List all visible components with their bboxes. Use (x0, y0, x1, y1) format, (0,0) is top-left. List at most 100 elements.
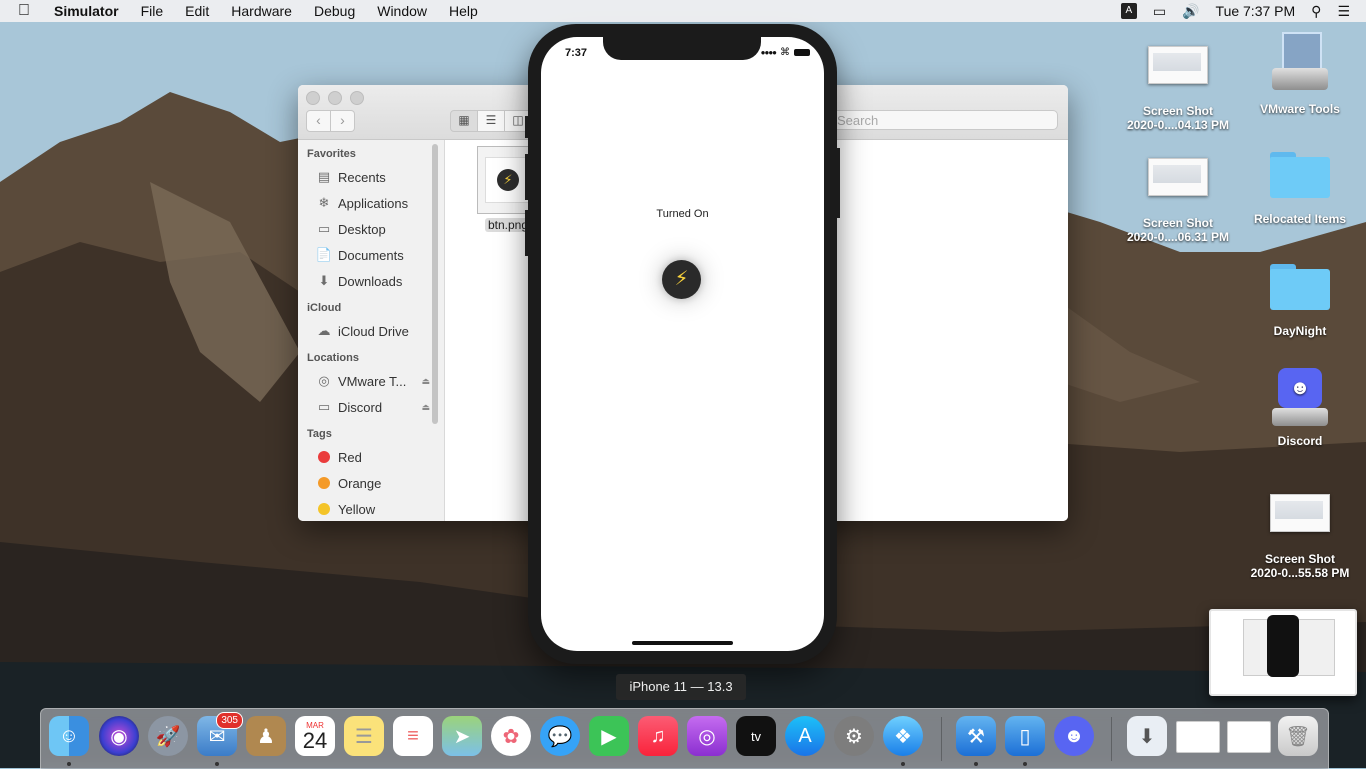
sidebar-item-vmware[interactable]: ◎ VMware T... ⏏ (298, 368, 444, 394)
desktop-item-label: Screen Shot (1264, 552, 1336, 566)
volume-icon[interactable]: 🔊 (1182, 3, 1199, 20)
maps-dock-icon[interactable]: ➤ (442, 716, 482, 756)
screenshot-stack-icon[interactable] (1176, 721, 1220, 753)
document-icon: 📄 (315, 247, 333, 262)
mail-dock-icon[interactable]: ✉ 305 (197, 712, 243, 756)
finder-search-input[interactable]: Search (828, 110, 1058, 130)
sidebar-item-desktop[interactable]: ▭ Desktop (298, 216, 444, 242)
desktop-item-label: VMware Tools (1260, 102, 1340, 116)
desktop-item-label: Screen Shot (1142, 216, 1214, 230)
finder-dock-icon[interactable]: ☺ (49, 716, 89, 756)
sidebar-tag-red[interactable]: Red (298, 444, 444, 470)
desktop-icon: ▭ (317, 221, 331, 236)
siri-dock-icon[interactable]: ◉ (99, 716, 139, 756)
status-bar-icons: ●●●● ⌘ (761, 47, 810, 58)
desktop-item-daynight[interactable]: DayNight (1240, 264, 1360, 338)
bolt-icon: ⚡ (674, 268, 689, 290)
screenshot-thumbnail-icon (1148, 158, 1208, 196)
sidebar-item-label: Red (338, 449, 362, 465)
mail-badge: 305 (216, 712, 243, 729)
contacts-dock-icon[interactable]: ♟ (246, 716, 286, 756)
apple-menu-icon[interactable]:  (18, 2, 38, 20)
desktop-item-screenshot-1[interactable]: Screen Shot 2020-0....04.13 PM (1118, 44, 1238, 132)
eject-icon[interactable]: ⏏ (421, 402, 430, 413)
trash-icon[interactable]: 🗑 (1278, 716, 1318, 756)
vmware-drive-icon (1272, 32, 1328, 90)
sidebar-item-icloud-drive[interactable]: ☁ iCloud Drive (298, 318, 444, 344)
photos-dock-icon[interactable]: ✿ (491, 716, 531, 756)
icon-view-icon[interactable]: ▦ (450, 110, 478, 132)
facetime-dock-icon[interactable]: ▶ (589, 716, 629, 756)
forward-button[interactable]: › (331, 110, 355, 132)
sidebar-item-label: iCloud Drive (338, 323, 409, 339)
xcode-dock-icon[interactable]: ⚒ (956, 716, 996, 756)
notification-center-icon[interactable]: ☰ (1337, 3, 1350, 20)
tag-red-icon (316, 449, 332, 465)
spotlight-search-icon[interactable]: ⚲ (1311, 3, 1321, 20)
menu-help[interactable]: Help (449, 3, 478, 19)
sidebar-item-documents[interactable]: 📄 Documents (298, 242, 444, 268)
downloads-stack-icon[interactable]: ⬇ (1127, 716, 1167, 756)
menu-bar:  Simulator File Edit Hardware Debug Win… (0, 0, 1366, 22)
sidebar-item-recents[interactable]: ▤ Recents (298, 164, 444, 190)
iphone-simulator: 7:37 ●●●● ⌘ Turned On ⚡ (525, 24, 840, 664)
minimize-button[interactable] (328, 91, 342, 105)
sidebar-item-label: VMware T... (338, 373, 407, 389)
power-toggle-button[interactable]: ⚡ (662, 260, 701, 299)
notes-dock-icon[interactable]: ☰ (344, 716, 384, 756)
eject-icon[interactable]: ⏏ (421, 376, 430, 387)
tag-orange-icon (316, 475, 332, 491)
menu-edit[interactable]: Edit (185, 3, 209, 19)
desktop-item-sublabel: 2020-0....04.13 PM (1126, 118, 1230, 132)
app-store-dock-icon[interactable]: A (785, 716, 825, 756)
menu-file[interactable]: File (141, 3, 164, 19)
sidebar-tag-yellow[interactable]: Yellow (298, 496, 444, 521)
menu-hardware[interactable]: Hardware (231, 3, 292, 19)
list-view-icon[interactable]: ☰ (478, 110, 505, 132)
desktop-item-screenshot-2[interactable]: Screen Shot 2020-0....06.31 PM (1118, 156, 1238, 244)
tv-dock-icon[interactable]: tv (736, 716, 776, 756)
desktop-item-vmware-tools[interactable]: VMware Tools (1240, 32, 1360, 116)
home-indicator[interactable] (632, 641, 733, 645)
close-button[interactable] (306, 91, 320, 105)
menu-app-name[interactable]: Simulator (54, 3, 119, 19)
desktop-item-label: Screen Shot (1142, 104, 1214, 118)
display-mirroring-icon[interactable]: ▭ (1153, 3, 1166, 20)
podcasts-dock-icon[interactable]: ◎ (687, 716, 727, 756)
sidebar-tag-orange[interactable]: Orange (298, 470, 444, 496)
desktop-item-sublabel: 2020-0....06.31 PM (1126, 230, 1230, 244)
sidebar-item-label: Desktop (338, 221, 386, 237)
calendar-dock-icon[interactable]: MAR 24 (295, 716, 335, 756)
desktop-item-screenshot-3[interactable]: Screen Shot 2020-0...55.58 PM (1240, 492, 1360, 580)
drive-icon: ▭ (317, 399, 331, 414)
sidebar-item-discord[interactable]: ▭ Discord ⏏ (298, 394, 444, 420)
input-source-icon[interactable]: A (1120, 3, 1137, 19)
desktop-item-relocated-items[interactable]: Relocated Items (1240, 152, 1360, 226)
system-preferences-dock-icon[interactable]: ⚙ (834, 716, 874, 756)
messages-dock-icon[interactable]: 💬 (540, 716, 580, 756)
folder-icon (1270, 152, 1330, 198)
simulator-dock-icon[interactable]: ▯ (1005, 716, 1045, 756)
sidebar-item-downloads[interactable]: ⬇ Downloads (298, 268, 444, 294)
menu-window[interactable]: Window (377, 3, 427, 19)
back-button[interactable]: ‹ (306, 110, 331, 132)
desktop-item-discord[interactable]: ☻ Discord (1240, 368, 1360, 448)
sidebar-item-applications[interactable]: ❄ Applications (298, 190, 444, 216)
device-label: iPhone 11 — 13.3 (616, 674, 746, 700)
sidebar-item-label: Orange (338, 475, 382, 491)
reminders-dock-icon[interactable]: ≡ (393, 716, 433, 756)
safari-dock-icon[interactable]: ❖ (883, 716, 923, 756)
discord-dock-icon[interactable]: ☻ (1054, 716, 1094, 756)
launchpad-dock-icon[interactable]: 🚀 (148, 716, 188, 756)
screenshot-preview-thumbnail[interactable] (1209, 609, 1357, 696)
music-dock-icon[interactable]: ♫ (638, 716, 678, 756)
zoom-button[interactable] (350, 91, 364, 105)
sidebar-scrollbar[interactable] (432, 144, 438, 424)
menu-debug[interactable]: Debug (314, 3, 355, 19)
applications-icon: ❄ (318, 195, 330, 210)
device-screen: 7:37 ●●●● ⌘ Turned On ⚡ (541, 37, 824, 651)
bolt-icon: ⚡ (497, 169, 519, 191)
status-label: Turned On (656, 208, 709, 220)
screenshot-stack-icon[interactable] (1227, 721, 1271, 753)
menu-clock[interactable]: Tue 7:37 PM (1216, 3, 1296, 19)
